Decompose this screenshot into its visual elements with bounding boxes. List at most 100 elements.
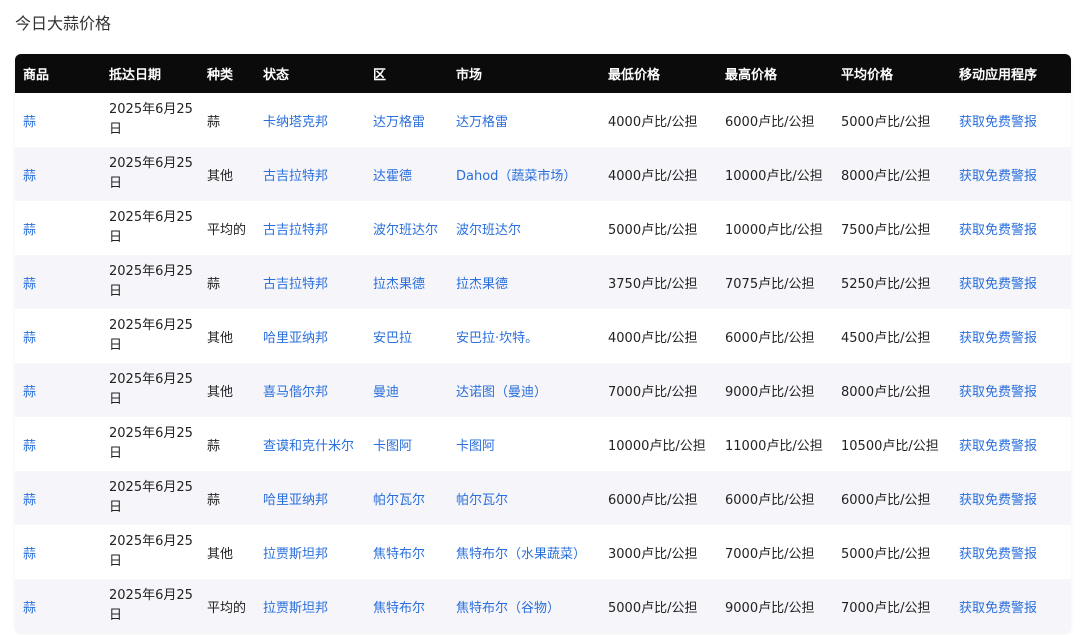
- table-row: 蒜 2025年6月25日 其他 喜马偕尔邦 曼迪 达诺图（曼迪） 7000卢比/公担 9000…: [15, 363, 1071, 417]
- avg-price-cell: 5000卢比/公担: [833, 93, 951, 147]
- avg-price-cell: 6000卢比/公担: [833, 471, 951, 525]
- commodity-cell: 蒜: [15, 417, 101, 471]
- district-link[interactable]: 帕尔瓦尔: [373, 493, 425, 508]
- market-cell: 卡图阿: [448, 417, 600, 471]
- commodity-cell: 蒜: [15, 309, 101, 363]
- commodity-link[interactable]: 蒜: [23, 169, 36, 184]
- arrival-date-cell: 2025年6月25日: [109, 588, 193, 623]
- commodity-link[interactable]: 蒜: [23, 493, 36, 508]
- district-link[interactable]: 安巴拉: [373, 331, 412, 346]
- district-link[interactable]: 卡图阿: [373, 439, 412, 454]
- min-price-cell: 4000卢比/公担: [608, 330, 698, 346]
- variety-cell: 其他: [199, 363, 255, 417]
- avg-price-cell: 8000卢比/公担: [841, 168, 931, 184]
- district-link[interactable]: 拉杰果德: [373, 277, 425, 292]
- commodity-cell: 蒜: [15, 525, 101, 579]
- arrival-date-cell: 2025年6月25日: [101, 147, 199, 201]
- avg-price-cell: 6000卢比/公担: [841, 492, 931, 508]
- get-free-alerts-link[interactable]: 获取免费警报: [959, 547, 1037, 562]
- arrival-date-cell: 2025年6月25日: [101, 363, 199, 417]
- max-price-cell: 6000卢比/公担: [725, 330, 815, 346]
- market-cell: 达万格雷: [448, 93, 600, 147]
- max-price-cell: 6000卢比/公担: [717, 309, 833, 363]
- table-row: 蒜 2025年6月25日蒜古吉拉特邦 拉杰果德 拉杰果德 3750卢比/公担 7075卢比…: [15, 255, 1071, 309]
- commodity-link[interactable]: 蒜: [23, 223, 36, 238]
- get-free-alerts-link[interactable]: 获取免费警报: [959, 493, 1037, 508]
- state-link[interactable]: 古吉拉特邦: [263, 169, 328, 184]
- market-cell: 拉杰果德: [448, 255, 600, 309]
- max-price-cell: 9000卢比/公担: [725, 384, 815, 400]
- header-mobile-app: 移动应用程序: [959, 68, 1038, 83]
- get-free-alerts-link[interactable]: 获取免费警报: [959, 169, 1037, 184]
- commodity-link[interactable]: 蒜: [23, 439, 36, 454]
- market-link[interactable]: 达诺图（曼迪）: [456, 385, 547, 400]
- state-link[interactable]: 古吉拉特邦: [263, 277, 328, 292]
- district-link[interactable]: 波尔班达尔: [373, 223, 438, 238]
- commodity-cell: 蒜: [15, 471, 101, 525]
- get-free-alerts-link[interactable]: 获取免费警报: [959, 331, 1037, 346]
- variety-cell: 平均的: [207, 600, 247, 616]
- avg-price-cell: 5000卢比/公担: [833, 525, 951, 579]
- avg-price-cell: 8000卢比/公担: [841, 384, 931, 400]
- variety-cell: 蒜: [199, 93, 255, 147]
- market-link[interactable]: 卡图阿: [456, 439, 495, 454]
- header-state: 状态: [263, 68, 290, 83]
- market-cell: 达诺图（曼迪）: [448, 363, 600, 417]
- district-link[interactable]: 焦特布尔: [373, 601, 425, 616]
- variety-cell: 蒜: [207, 492, 221, 508]
- get-free-alerts-cell: 获取免费警报: [951, 93, 1071, 147]
- state-cell: 哈里亚纳邦: [255, 309, 365, 363]
- arrival-date-cell: 2025年6月25日: [109, 426, 193, 461]
- commodity-link[interactable]: 蒜: [23, 601, 36, 616]
- commodity-link[interactable]: 蒜: [23, 115, 36, 130]
- get-free-alerts-link[interactable]: 获取免费警报: [959, 115, 1037, 130]
- market-link[interactable]: 安巴拉·坎特。: [456, 331, 538, 346]
- get-free-alerts-link[interactable]: 获取免费警报: [959, 223, 1037, 238]
- market-link[interactable]: 帕尔瓦尔: [456, 493, 508, 508]
- get-free-alerts-link[interactable]: 获取免费警报: [959, 601, 1037, 616]
- get-free-alerts-link[interactable]: 获取免费警报: [959, 385, 1037, 400]
- commodity-link[interactable]: 蒜: [23, 331, 36, 346]
- variety-cell: 其他: [207, 546, 234, 562]
- state-link[interactable]: 哈里亚纳邦: [263, 493, 328, 508]
- get-free-alerts-link[interactable]: 获取免费警报: [959, 439, 1037, 454]
- arrival-date-cell: 2025年6月25日: [101, 255, 199, 309]
- market-link[interactable]: 波尔班达尔: [456, 223, 521, 238]
- state-link[interactable]: 卡纳塔克邦: [263, 115, 328, 130]
- variety-cell: 其他: [207, 384, 234, 400]
- market-link[interactable]: Dahod（蔬菜市场）: [456, 169, 576, 184]
- market-cell: Dahod（蔬菜市场）: [448, 147, 600, 201]
- district-cell: 焦特布尔: [365, 579, 448, 633]
- min-price-cell: 6000卢比/公担: [600, 471, 717, 525]
- market-link[interactable]: 达万格雷: [456, 115, 508, 130]
- get-free-alerts-link[interactable]: 获取免费警报: [959, 277, 1037, 292]
- avg-price-cell: 8000卢比/公担: [833, 147, 951, 201]
- market-link[interactable]: 焦特布尔（水果蔬菜）: [456, 547, 586, 562]
- max-price-cell: 10000卢比/公担: [717, 147, 833, 201]
- state-link[interactable]: 拉贾斯坦邦: [263, 547, 328, 562]
- state-cell: 古吉拉特邦: [255, 201, 365, 255]
- state-link[interactable]: 拉贾斯坦邦: [263, 601, 328, 616]
- market-link[interactable]: 拉杰果德: [456, 277, 508, 292]
- state-link[interactable]: 哈里亚纳邦: [263, 331, 328, 346]
- district-link[interactable]: 达万格雷: [373, 115, 425, 130]
- state-link[interactable]: 古吉拉特邦: [263, 223, 328, 238]
- arrival-date-cell: 2025年6月25日: [101, 525, 199, 579]
- commodity-link[interactable]: 蒜: [23, 277, 36, 292]
- state-cell: 卡纳塔克邦: [255, 93, 365, 147]
- header-avg-price: 平均价格: [841, 68, 894, 83]
- district-link[interactable]: 达霍德: [373, 169, 412, 184]
- district-link[interactable]: 曼迪: [373, 385, 399, 400]
- commodity-link[interactable]: 蒜: [23, 385, 36, 400]
- commodity-link[interactable]: 蒜: [23, 547, 36, 562]
- get-free-alerts-cell: 获取免费警报: [951, 255, 1071, 309]
- min-price-cell: 5000卢比/公担: [608, 600, 698, 616]
- state-link[interactable]: 查谟和克什米尔: [263, 439, 354, 454]
- avg-price-cell: 4500卢比/公担: [841, 330, 931, 346]
- avg-price-cell: 10500卢比/公担: [833, 417, 951, 471]
- state-link[interactable]: 喜马偕尔邦: [263, 385, 328, 400]
- district-cell: 焦特布尔: [365, 525, 448, 579]
- market-link[interactable]: 焦特布尔（谷物）: [456, 601, 560, 616]
- district-link[interactable]: 焦特布尔: [373, 547, 425, 562]
- district-cell: 帕尔瓦尔: [365, 471, 448, 525]
